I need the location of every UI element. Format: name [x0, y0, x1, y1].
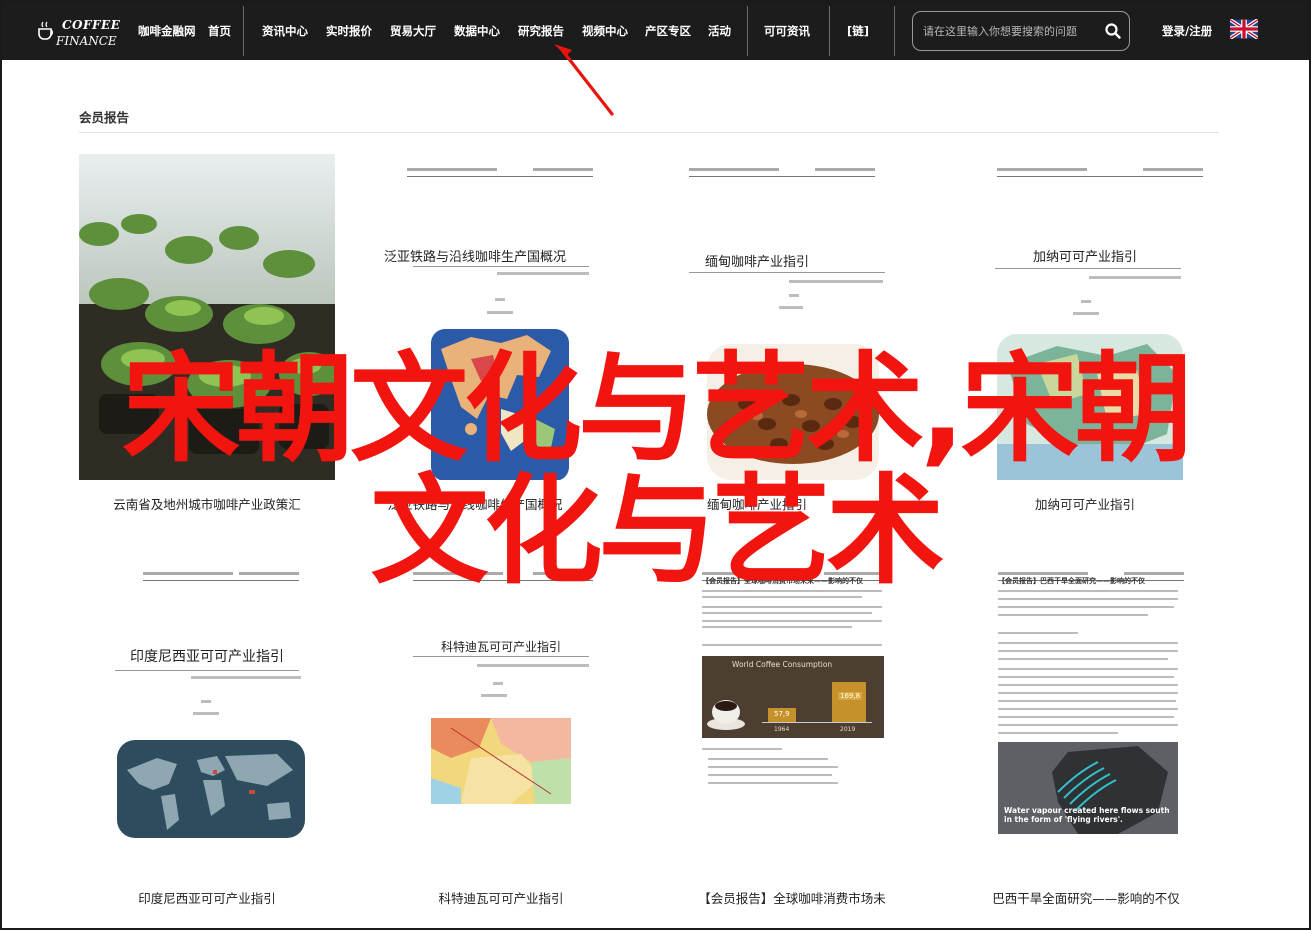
nav-item-home[interactable]: 首页: [208, 2, 231, 60]
doc-header: [413, 572, 593, 581]
login-register-link[interactable]: 登录/注册: [1162, 2, 1212, 60]
report-title[interactable]: 泛亚铁路与沿线咖啡生产国概况: [347, 494, 603, 513]
world-map-image: [117, 740, 305, 838]
nav-item-quotes[interactable]: 实时报价: [326, 2, 372, 60]
doc-title: 【会员报告】巴西干旱全面研究——影响的不仅: [998, 577, 1145, 585]
doc-header: [997, 168, 1203, 177]
uk-flag-icon[interactable]: [1230, 19, 1258, 39]
nav-divider: [243, 6, 244, 56]
ghana-map-image: [997, 334, 1183, 480]
nav-item-events[interactable]: 活动: [708, 2, 731, 60]
map-caption: Water vapour created here flows south in…: [1004, 806, 1170, 824]
report-title[interactable]: 缅甸咖啡产业指引: [629, 494, 885, 513]
report-thumbnail[interactable]: 【会员报告】全球咖啡消费市场未来——影响的不仅 World Coffee Con…: [664, 558, 920, 858]
asia-map-image: [431, 329, 569, 480]
doc-header: [407, 168, 593, 177]
report-thumbnail[interactable]: 加纳可可产业指引: [957, 154, 1213, 480]
page-frame: COFFEE FINANCE 咖啡金融网 首页 资讯中心 实时报价 贸易大厅 数…: [0, 0, 1311, 930]
report-thumbnail[interactable]: 缅甸咖啡产业指引: [629, 154, 885, 480]
chart-bar: 169,8: [832, 682, 866, 722]
chart-bar-label: 169,8: [838, 692, 863, 700]
nav-item-coffee-finance[interactable]: 咖啡金融网: [138, 2, 196, 60]
doc-title: 加纳可可产业指引: [1032, 250, 1137, 265]
coffee-cup-photo: [707, 700, 745, 730]
search-icon[interactable]: [1104, 22, 1122, 40]
search-input[interactable]: [923, 21, 1101, 41]
report-title[interactable]: 【会员报告】全球咖啡消费市场未: [664, 888, 920, 907]
nav-item-trade-hall[interactable]: 贸易大厅: [390, 2, 436, 60]
report-thumbnail[interactable]: 印度尼西亚可可产业指引: [79, 558, 335, 838]
chart-bar: 57,9: [768, 708, 796, 722]
nav-divider: [747, 6, 748, 56]
nav-item-news[interactable]: 资讯中心: [262, 2, 308, 60]
cote-divoire-map-image: [431, 718, 571, 804]
nav-item-data-center[interactable]: 数据中心: [454, 2, 500, 60]
coffee-cup-icon: [38, 21, 53, 40]
report-title[interactable]: 巴西干旱全面研究——影响的不仅: [958, 888, 1214, 907]
nav-divider: [829, 6, 830, 56]
nav-divider: [894, 6, 895, 56]
doc-title: 【会员报告】全球咖啡消费市场未来——影响的不仅: [702, 577, 863, 585]
section-divider: [79, 132, 1219, 133]
coffee-beans-photo: [707, 344, 879, 480]
site-logo[interactable]: COFFEE FINANCE: [32, 8, 132, 52]
coffee-seedlings-photo: [79, 154, 335, 480]
chart-year-label: 2019: [840, 726, 856, 733]
top-navigation-bar: COFFEE FINANCE 咖啡金融网 首页 资讯中心 实时报价 贸易大厅 数…: [2, 2, 1309, 60]
coffee-consumption-chart: World Coffee Consumption 57,9 169,8 1964…: [702, 656, 884, 738]
doc-header: [143, 572, 299, 581]
brazil-map-photo: Water vapour created here flows south in…: [998, 742, 1178, 834]
report-title[interactable]: 加纳可可产业指引: [957, 494, 1213, 513]
nav-item-chain[interactable]: [链]: [847, 2, 869, 60]
doc-title: 科特迪瓦可可产业指引: [440, 640, 561, 654]
nav-item-cocoa-news[interactable]: 可可资讯: [764, 2, 810, 60]
report-thumbnail[interactable]: 【会员报告】巴西干旱全面研究——影响的不仅 Water vapour creat…: [958, 558, 1214, 858]
report-title[interactable]: 印度尼西亚可可产业指引: [79, 888, 335, 907]
chart-year-label: 1964: [774, 726, 790, 733]
red-arrow-annotation: [554, 44, 614, 116]
doc-header: [689, 168, 875, 177]
chart-title: World Coffee Consumption: [732, 660, 833, 669]
logo-text-bottom: FINANCE: [56, 34, 117, 48]
logo-text-top: COFFEE: [62, 18, 121, 32]
report-thumbnail[interactable]: [79, 154, 335, 480]
report-title[interactable]: 云南省及地州城市咖啡产业政策汇: [79, 494, 335, 513]
doc-title: 泛亚铁路与沿线咖啡生产国概况: [383, 250, 566, 265]
nav-item-regions[interactable]: 产区专区: [645, 2, 691, 60]
doc-title: 缅甸咖啡产业指引: [704, 255, 809, 270]
doc-title: 印度尼西亚可可产业指引: [130, 649, 284, 665]
report-thumbnail[interactable]: 科特迪瓦可可产业指引: [373, 558, 629, 838]
section-title: 会员报告: [79, 110, 130, 125]
chart-bar-label: 57,9: [774, 710, 790, 718]
report-thumbnail[interactable]: 泛亚铁路与沿线咖啡生产国概况: [347, 154, 603, 480]
report-title[interactable]: 科特迪瓦可可产业指引: [373, 888, 629, 907]
search-box: [912, 11, 1130, 51]
